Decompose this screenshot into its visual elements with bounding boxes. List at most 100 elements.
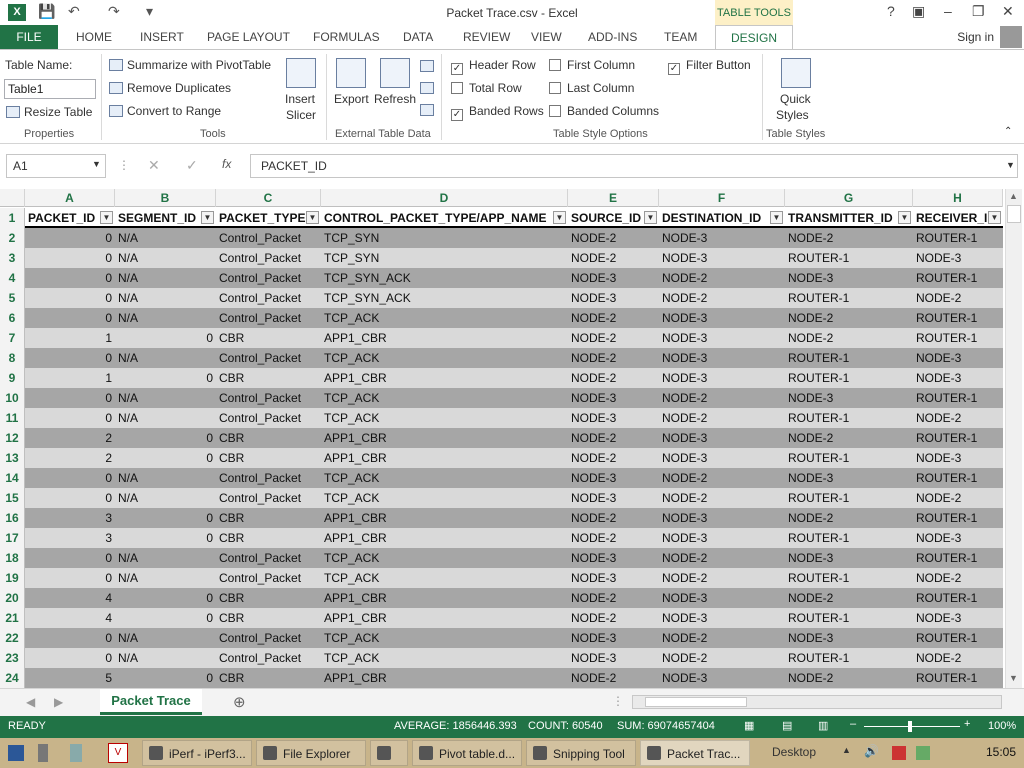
row-header[interactable]: 24 bbox=[0, 668, 25, 688]
last-column-checkbox[interactable] bbox=[549, 82, 561, 94]
table-cell[interactable]: CBR bbox=[216, 508, 321, 528]
table-cell[interactable]: APP1_CBR bbox=[321, 608, 568, 628]
volume-icon[interactable]: 🔊 bbox=[864, 744, 879, 758]
table-cell[interactable]: Control_Packet bbox=[216, 628, 321, 648]
taskbar-excel[interactable]: Packet Trac... bbox=[640, 740, 750, 766]
name-box[interactable]: A1 bbox=[6, 154, 106, 178]
table-cell[interactable]: N/A bbox=[115, 548, 216, 568]
table-cell[interactable]: NODE-2 bbox=[659, 408, 785, 428]
table-cell[interactable]: NODE-3 bbox=[568, 288, 659, 308]
tab-formulas[interactable]: FORMULAS bbox=[313, 25, 380, 49]
zoom-in-button[interactable]: + bbox=[964, 718, 970, 730]
resize-table-button[interactable]: Resize Table bbox=[6, 105, 92, 119]
table-cell[interactable]: NODE-2 bbox=[568, 448, 659, 468]
row-header[interactable]: 21 bbox=[0, 608, 25, 628]
table-cell[interactable]: 0 bbox=[25, 548, 115, 568]
table-cell[interactable]: ROUTER-1 bbox=[785, 368, 913, 388]
table-cell[interactable]: NODE-2 bbox=[785, 668, 913, 688]
table-cell[interactable]: 0 bbox=[25, 288, 115, 308]
taskbar-iperf[interactable]: iPerf - iPerf3... bbox=[142, 740, 252, 766]
network-icon[interactable] bbox=[916, 746, 930, 760]
table-cell[interactable]: 1 bbox=[25, 328, 115, 348]
table-cell[interactable]: 0 bbox=[25, 648, 115, 668]
table-cell[interactable]: ROUTER-1 bbox=[913, 628, 1003, 648]
table-cell[interactable]: NODE-2 bbox=[785, 588, 913, 608]
remove-duplicates-button[interactable]: Remove Duplicates bbox=[109, 81, 231, 95]
table-cell[interactable]: N/A bbox=[115, 228, 216, 248]
row-header[interactable]: 11 bbox=[0, 408, 25, 428]
collapse-ribbon-icon[interactable]: ⌃ bbox=[1004, 126, 1012, 137]
table-cell[interactable]: 0 bbox=[115, 508, 216, 528]
table-cell[interactable]: CBR bbox=[216, 448, 321, 468]
filter-dropdown-icon[interactable]: ▼ bbox=[306, 211, 319, 224]
banded-columns-checkbox[interactable] bbox=[549, 105, 561, 117]
select-all-corner[interactable] bbox=[0, 189, 25, 207]
table-cell[interactable]: CBR bbox=[216, 668, 321, 688]
horizontal-scroll-thumb[interactable] bbox=[645, 697, 747, 707]
filter-dropdown-icon[interactable]: ▼ bbox=[898, 211, 911, 224]
header-row-checkbox[interactable]: ✓ bbox=[451, 63, 463, 75]
row-header[interactable]: 17 bbox=[0, 528, 25, 548]
table-cell[interactable]: NODE-3 bbox=[568, 408, 659, 428]
table-cell[interactable]: Control_Packet bbox=[216, 408, 321, 428]
table-cell[interactable]: NODE-2 bbox=[568, 328, 659, 348]
table-cell[interactable]: 0 bbox=[25, 568, 115, 588]
table-cell[interactable]: ROUTER-1 bbox=[785, 648, 913, 668]
close-button[interactable]: ✕ bbox=[1002, 3, 1014, 20]
row-header[interactable]: 16 bbox=[0, 508, 25, 528]
table-cell[interactable]: NODE-2 bbox=[659, 288, 785, 308]
zoom-slider-thumb[interactable] bbox=[908, 721, 912, 732]
table-cell[interactable]: Control_Packet bbox=[216, 228, 321, 248]
last-column-option[interactable]: Last Column bbox=[549, 81, 634, 95]
row-header[interactable]: 9 bbox=[0, 368, 25, 388]
table-cell[interactable]: NODE-2 bbox=[568, 228, 659, 248]
table-cell[interactable]: NODE-3 bbox=[568, 488, 659, 508]
insert-slicer-label[interactable]: Insert bbox=[285, 92, 315, 106]
table-cell[interactable]: 4 bbox=[25, 588, 115, 608]
table-cell[interactable]: Control_Packet bbox=[216, 488, 321, 508]
table-cell[interactable]: NODE-2 bbox=[568, 368, 659, 388]
table-cell[interactable]: NODE-3 bbox=[785, 548, 913, 568]
table-cell[interactable]: NODE-3 bbox=[568, 568, 659, 588]
table-cell[interactable]: TCP_SYN_ACK bbox=[321, 288, 568, 308]
row-header[interactable]: 7 bbox=[0, 328, 25, 348]
row-header[interactable]: 22 bbox=[0, 628, 25, 648]
tray-app-icon[interactable] bbox=[892, 746, 906, 760]
table-cell[interactable]: N/A bbox=[115, 488, 216, 508]
table-cell[interactable]: 4 bbox=[25, 608, 115, 628]
table-cell[interactable]: 5 bbox=[25, 668, 115, 688]
table-cell[interactable]: APP1_CBR bbox=[321, 508, 568, 528]
table-cell[interactable]: TCP_ACK bbox=[321, 408, 568, 428]
table-cell[interactable]: ROUTER-1 bbox=[785, 288, 913, 308]
table-cell[interactable]: CBR bbox=[216, 368, 321, 388]
table-cell[interactable]: 0 bbox=[25, 488, 115, 508]
column-header-d[interactable]: D bbox=[321, 189, 568, 207]
table-cell[interactable]: 0 bbox=[25, 268, 115, 288]
table-cell[interactable]: APP1_CBR bbox=[321, 668, 568, 688]
row-header[interactable]: 6 bbox=[0, 308, 25, 328]
table-cell[interactable]: NODE-2 bbox=[659, 268, 785, 288]
table-cell[interactable]: ROUTER-1 bbox=[785, 448, 913, 468]
tab-review[interactable]: REVIEW bbox=[463, 25, 510, 49]
table-cell[interactable]: CBR bbox=[216, 328, 321, 348]
table-cell[interactable]: 0 bbox=[115, 608, 216, 628]
zoom-out-button[interactable]: – bbox=[850, 718, 856, 730]
column-header-c[interactable]: C bbox=[216, 189, 321, 207]
taskbar-snipping-tool[interactable]: Snipping Tool bbox=[526, 740, 636, 766]
table-cell[interactable]: ROUTER-1 bbox=[785, 248, 913, 268]
table-cell[interactable]: NODE-2 bbox=[568, 428, 659, 448]
table-cell[interactable]: NODE-3 bbox=[913, 368, 1003, 388]
table-cell[interactable]: 0 bbox=[25, 628, 115, 648]
insert-slicer-label-2[interactable]: Slicer bbox=[286, 108, 316, 122]
tab-page-layout[interactable]: PAGE LAYOUT bbox=[207, 25, 290, 49]
table-cell[interactable]: ROUTER-1 bbox=[913, 468, 1003, 488]
table-cell[interactable]: NODE-2 bbox=[785, 228, 913, 248]
vertical-scroll-thumb[interactable] bbox=[1007, 205, 1021, 223]
table-name-input[interactable]: Table1 bbox=[4, 79, 96, 99]
table-cell[interactable]: NODE-2 bbox=[659, 388, 785, 408]
table-header-cell[interactable]: RECEIVER_ID ▼ bbox=[913, 208, 1003, 228]
table-cell[interactable]: ROUTER-1 bbox=[913, 588, 1003, 608]
taskbar-word-pivot[interactable]: Pivot table.d... bbox=[412, 740, 522, 766]
table-header-cell[interactable]: DESTINATION_ID ▼ bbox=[659, 208, 785, 228]
banded-columns-option[interactable]: Banded Columns bbox=[549, 104, 659, 118]
